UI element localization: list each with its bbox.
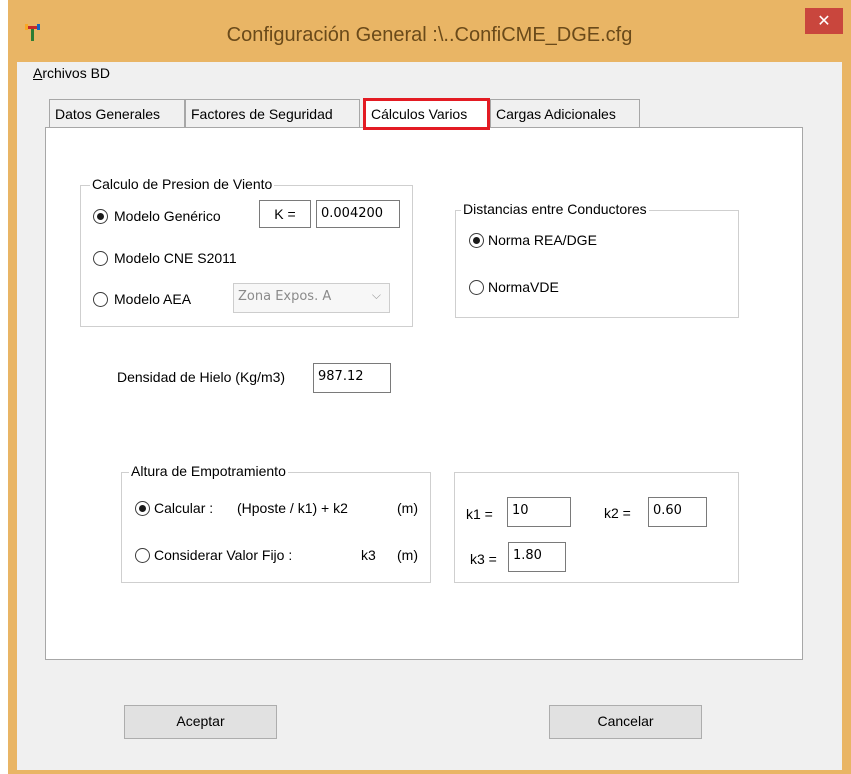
k3-input[interactable]: 1.80 [508,542,566,572]
menu-archivos-bd[interactable]: Archivos BD [33,62,110,84]
radio-valor-fijo[interactable] [135,548,150,563]
close-icon[interactable]: ✕ [805,8,843,34]
k1-input[interactable]: 10 [507,497,571,527]
label-calcular: Calcular : [154,500,214,516]
distancias-group [455,210,739,318]
viento-group-title: Calculo de Presion de Viento [90,176,275,192]
label-unit-2: (m) [397,547,418,563]
aceptar-button[interactable]: Aceptar [124,705,277,739]
radio-modelo-aea[interactable] [93,292,108,307]
label-k3-text: k3 [361,547,376,563]
window-title: Configuración General :\..ConfiCME_DGE.c… [226,24,633,46]
label-formula: (Hposte / k1) + k2 [237,500,348,516]
cancelar-button[interactable]: Cancelar [549,705,702,739]
radio-modelo-generico[interactable] [93,209,108,224]
k-label-box: K = [259,200,311,228]
zona-select[interactable]: Zona Expos. A ⌵ [233,283,390,313]
empotramiento-group [121,472,431,583]
label-unit-1: (m) [397,500,418,516]
tab-cargas-adicionales[interactable]: Cargas Adicionales [490,99,640,127]
tab-datos-generales[interactable]: Datos Generales [49,99,185,127]
radio-modelo-cne[interactable] [93,251,108,266]
label-k1: k1 = [466,506,493,522]
radio-norma-vde[interactable] [469,280,484,295]
radio-norma-rea[interactable] [469,233,484,248]
k-value-input[interactable]: 0.004200 [316,200,400,228]
densidad-hielo-input[interactable]: 987.12 [313,363,391,393]
label-modelo-cne: Modelo CNE S2011 [114,250,237,266]
menu-mnemonic: A [33,65,43,81]
k2-input[interactable]: 0.60 [648,497,707,527]
radio-calcular[interactable] [135,501,150,516]
chevron-down-icon: ⌵ [371,288,381,302]
label-densidad-hielo: Densidad de Hielo (Kg/m3) [117,369,286,385]
label-k2: k2 = [604,505,631,521]
label-k3: k3 = [470,551,497,567]
tab-calculos-varios[interactable]: Cálculos Varios [363,98,490,130]
tab-factores-seguridad[interactable]: Factores de Seguridad [185,99,360,127]
label-valor-fijo: Considerar Valor Fijo : [154,547,293,563]
menu-bar [17,62,842,84]
label-norma-vde: NormaVDE [488,279,559,295]
distancias-group-title: Distancias entre Conductores [461,201,649,217]
menu-archivos-rest: rchivos BD [42,65,111,81]
label-modelo-generico: Modelo Genérico [114,208,221,224]
label-modelo-aea: Modelo AEA [114,291,192,307]
zona-select-value: Zona Expos. A [238,289,332,304]
label-norma-rea: Norma REA/DGE [488,232,597,248]
empotramiento-group-title: Altura de Empotramiento [129,463,288,479]
